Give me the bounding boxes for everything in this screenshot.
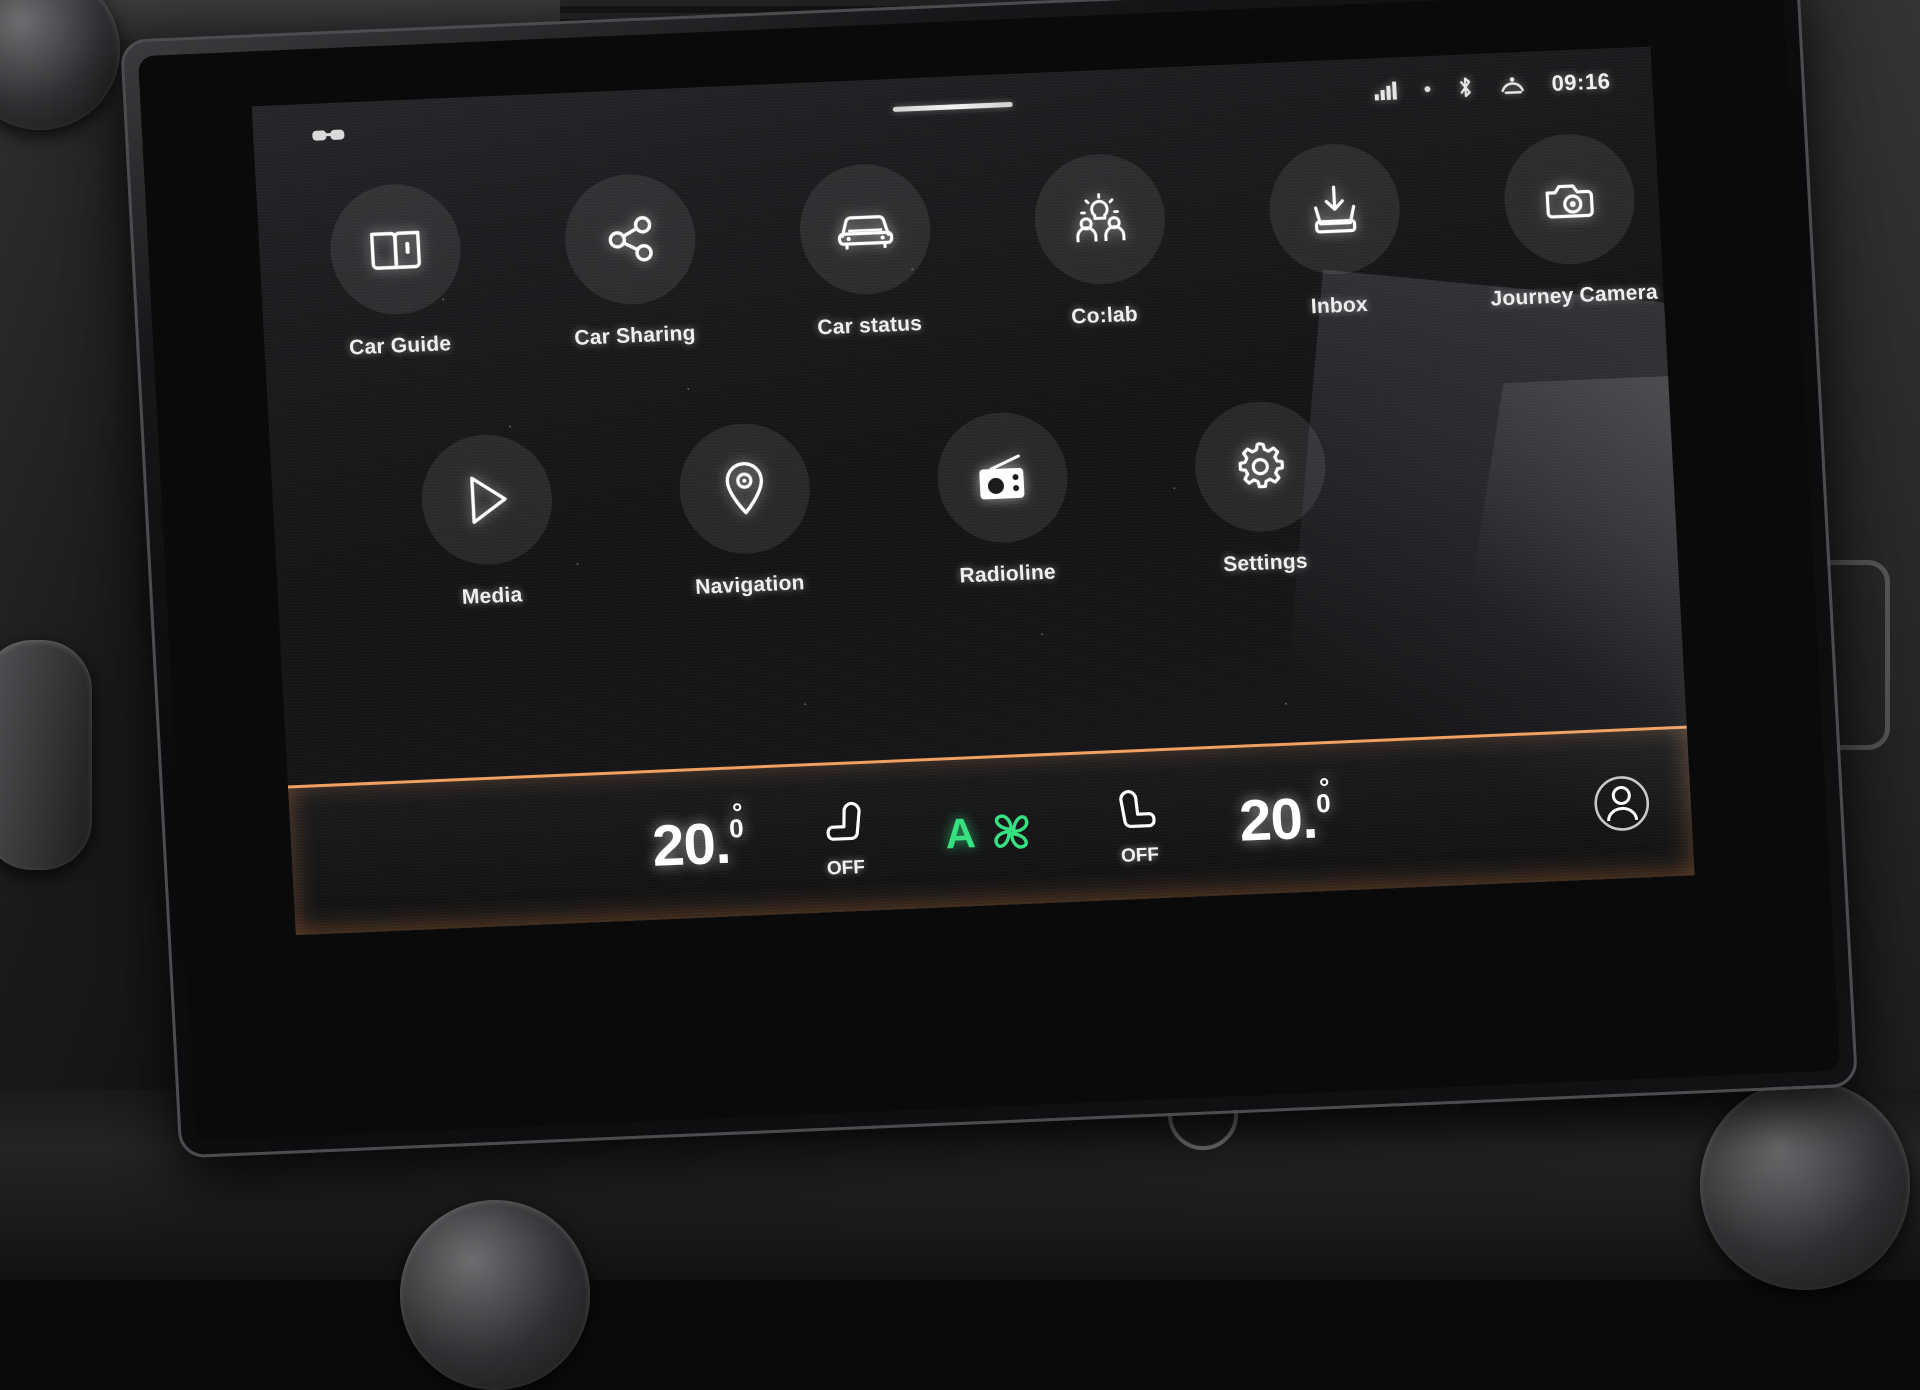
app-icon-bubble (561, 172, 698, 307)
app-icon-bubble (934, 410, 1071, 545)
driver-temperature[interactable]: 20. 0 (651, 809, 746, 880)
cellular-signal-icon (1373, 80, 1398, 101)
app-label: Car Sharing (574, 322, 696, 351)
wifi-hotspot-icon (1499, 75, 1526, 96)
app-car-sharing[interactable]: Car Sharing (537, 171, 725, 352)
app-colab[interactable]: Co:lab (1007, 151, 1195, 332)
dust-speck (804, 703, 806, 705)
app-icon-bubble (1501, 132, 1638, 267)
radio-icon (972, 450, 1033, 504)
app-icon-bubble (1192, 399, 1329, 534)
bluetooth-icon (1457, 76, 1474, 99)
status-bar-clock: 09:16 (1551, 68, 1611, 96)
app-radioline[interactable]: Radioline (907, 409, 1100, 591)
passenger-temperature-decimal: 0 (1315, 788, 1330, 820)
app-label: Car Guide (349, 332, 452, 360)
lcd-active-area: 09:16 Car Guide (252, 47, 1695, 936)
rotary-control-knob-left[interactable] (400, 1200, 590, 1390)
app-label: Radioline (959, 560, 1057, 588)
camera-icon (1540, 175, 1598, 223)
app-car-guide[interactable]: Car Guide (302, 181, 490, 362)
app-grid: Car Guide Car Sharing (256, 130, 1678, 617)
app-label: Journey Camera (1490, 280, 1659, 311)
app-navigation[interactable]: Navigation (649, 420, 842, 602)
app-journey-camera[interactable]: Journey Camera (1476, 130, 1664, 311)
app-label: Settings (1223, 550, 1309, 578)
driver-seat-heater[interactable]: OFF (819, 796, 869, 880)
app-inbox[interactable]: Inbox (1241, 141, 1429, 322)
app-label: Inbox (1310, 293, 1368, 319)
driver-temperature-decimal: 0 (728, 813, 743, 845)
app-label: Navigation (695, 571, 806, 600)
seat-heater-icon (819, 796, 868, 856)
car-front-icon (832, 206, 896, 253)
app-icon-bubble (327, 182, 464, 317)
fan-icon (984, 804, 1039, 858)
user-profile-button[interactable] (1587, 769, 1656, 838)
app-label: Co:lab (1071, 303, 1139, 330)
glasses-indicator-icon (311, 126, 346, 143)
app-settings[interactable]: Settings (1165, 398, 1358, 580)
app-car-status[interactable]: Car status (772, 161, 960, 342)
book-icon (367, 224, 424, 274)
app-icon-bubble (419, 432, 556, 567)
door-trim-control[interactable] (0, 640, 92, 870)
app-icon-bubble (1031, 152, 1168, 287)
app-label: Car status (817, 312, 923, 340)
passenger-seat-heater[interactable]: OFF (1113, 784, 1163, 868)
driver-seat-state: OFF (826, 856, 865, 880)
dust-speck (1041, 633, 1043, 635)
app-grid-row-2: Media Navigation (270, 384, 1678, 618)
people-idea-icon (1071, 192, 1128, 246)
gear-icon (1232, 439, 1289, 495)
map-pin-icon (721, 460, 768, 518)
passenger-seat-state: OFF (1120, 844, 1159, 868)
dot-separator-icon (1423, 85, 1431, 93)
inbox-tray-icon (1308, 182, 1361, 236)
driver-temperature-value: 20. (651, 810, 732, 880)
status-bar-icons: 09:16 (1373, 68, 1611, 104)
app-label: Media (461, 583, 523, 610)
auto-mode-letter: A (944, 809, 977, 858)
seat-heater-icon (1113, 784, 1162, 844)
play-triangle-icon (459, 471, 516, 529)
user-avatar-icon (1591, 773, 1652, 833)
dust-speck (1285, 703, 1287, 705)
passenger-temperature-value: 20. (1238, 785, 1319, 855)
app-icon-bubble (796, 162, 933, 297)
auto-climate-toggle[interactable]: A (944, 804, 1039, 860)
share-nodes-icon (602, 212, 657, 266)
passenger-temperature[interactable]: 20. 0 (1238, 784, 1333, 855)
app-icon-bubble (1266, 142, 1403, 277)
infotainment-display: 09:16 Car Guide (120, 0, 1880, 1188)
panel-drag-handle[interactable] (893, 102, 1013, 112)
app-icon-bubble (676, 421, 813, 556)
app-media[interactable]: Media (392, 431, 585, 613)
